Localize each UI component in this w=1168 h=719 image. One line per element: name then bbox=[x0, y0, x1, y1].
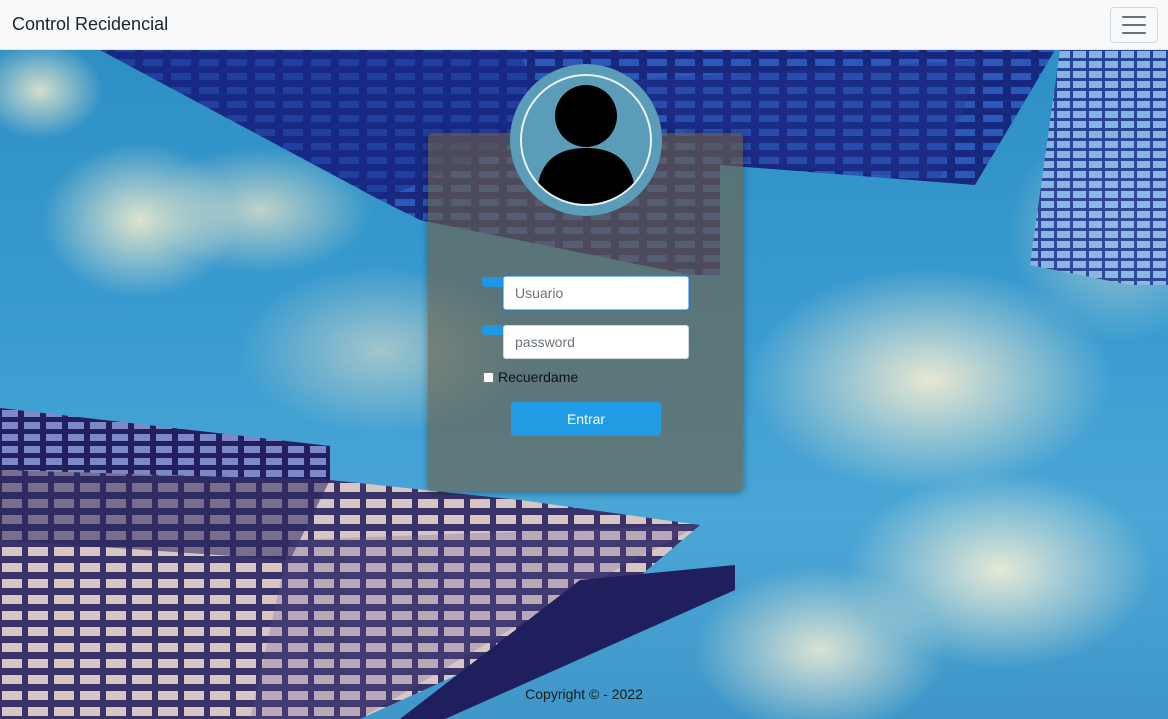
remember-label: Recuerdame bbox=[498, 369, 579, 385]
remember-me[interactable]: Recuerdame bbox=[483, 369, 578, 385]
password-input[interactable] bbox=[503, 325, 689, 359]
username-addon-icon bbox=[482, 277, 504, 287]
remember-checkbox[interactable] bbox=[483, 371, 494, 383]
navbar-toggle-button[interactable] bbox=[1110, 6, 1158, 43]
brand-title[interactable]: Control Recidencial bbox=[12, 14, 168, 35]
login-button[interactable]: Entrar bbox=[511, 402, 661, 436]
navbar: Control Recidencial bbox=[0, 0, 1168, 50]
hamburger-menu-icon bbox=[1122, 15, 1146, 18]
footer-copyright: Copyright © - 2022 bbox=[525, 686, 643, 702]
username-input[interactable] bbox=[503, 276, 689, 310]
user-avatar-icon bbox=[536, 85, 636, 204]
avatar bbox=[510, 64, 662, 216]
password-addon-icon bbox=[482, 325, 504, 335]
